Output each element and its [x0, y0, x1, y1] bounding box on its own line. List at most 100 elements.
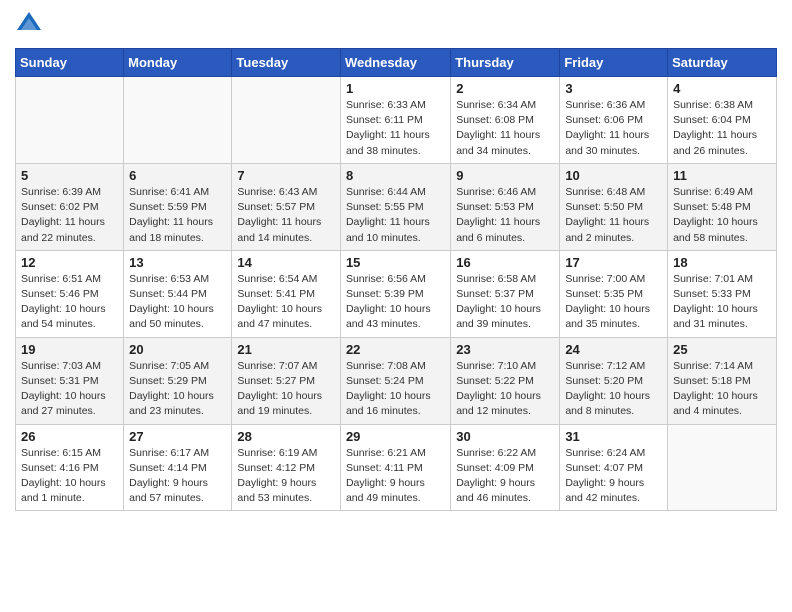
- day-info: Sunrise: 6:39 AM Sunset: 6:02 PM Dayligh…: [21, 185, 118, 246]
- calendar-cell: 9 Sunrise: 6:46 AM Sunset: 5:53 PM Daylig…: [451, 163, 560, 250]
- day-number: 12: [21, 255, 118, 270]
- calendar-cell: 12 Sunrise: 6:51 AM Sunset: 5:46 PM Dayli…: [16, 250, 124, 337]
- day-info: Sunrise: 7:00 AM Sunset: 5:35 PM Dayligh…: [565, 272, 662, 333]
- page-container: SundayMondayTuesdayWednesdayThursdayFrid…: [0, 0, 792, 521]
- day-info: Sunrise: 7:10 AM Sunset: 5:22 PM Dayligh…: [456, 359, 554, 420]
- day-header-saturday: Saturday: [668, 49, 777, 77]
- calendar-cell: 8 Sunrise: 6:44 AM Sunset: 5:55 PM Daylig…: [340, 163, 450, 250]
- day-number: 9: [456, 168, 554, 183]
- calendar-cell: 20 Sunrise: 7:05 AM Sunset: 5:29 PM Dayli…: [124, 337, 232, 424]
- day-info: Sunrise: 6:19 AM Sunset: 4:12 PM Dayligh…: [237, 446, 335, 507]
- calendar-cell: [124, 77, 232, 164]
- calendar-week-2: 5 Sunrise: 6:39 AM Sunset: 6:02 PM Daylig…: [16, 163, 777, 250]
- day-number: 11: [673, 168, 771, 183]
- day-info: Sunrise: 6:51 AM Sunset: 5:46 PM Dayligh…: [21, 272, 118, 333]
- header: [15, 10, 777, 38]
- day-number: 25: [673, 342, 771, 357]
- calendar-cell: 31 Sunrise: 6:24 AM Sunset: 4:07 PM Dayli…: [560, 424, 668, 511]
- calendar-cell: 2Sunrise: 6:34 AM Sunset: 6:08 PM Daylig…: [451, 77, 560, 164]
- day-number: 16: [456, 255, 554, 270]
- calendar-cell: 19 Sunrise: 7:03 AM Sunset: 5:31 PM Dayli…: [16, 337, 124, 424]
- day-number: 1: [346, 81, 445, 96]
- calendar-cell: 3 Sunrise: 6:36 AM Sunset: 6:06 PM Daylig…: [560, 77, 668, 164]
- calendar-cell: 15Sunrise: 6:56 AM Sunset: 5:39 PM Dayli…: [340, 250, 450, 337]
- calendar-cell: 25 Sunrise: 7:14 AM Sunset: 5:18 PM Dayli…: [668, 337, 777, 424]
- day-number: 31: [565, 429, 662, 444]
- calendar-cell: 28 Sunrise: 6:19 AM Sunset: 4:12 PM Dayli…: [232, 424, 341, 511]
- day-info: Sunrise: 6:58 AM Sunset: 5:37 PM Dayligh…: [456, 272, 554, 333]
- calendar-week-3: 12 Sunrise: 6:51 AM Sunset: 5:46 PM Dayli…: [16, 250, 777, 337]
- calendar: SundayMondayTuesdayWednesdayThursdayFrid…: [15, 48, 777, 511]
- calendar-cell: [16, 77, 124, 164]
- day-info: Sunrise: 7:14 AM Sunset: 5:18 PM Dayligh…: [673, 359, 771, 420]
- day-info: Sunrise: 7:03 AM Sunset: 5:31 PM Dayligh…: [21, 359, 118, 420]
- day-info: Sunrise: 6:38 AM Sunset: 6:04 PM Dayligh…: [673, 98, 771, 159]
- day-number: 29: [346, 429, 445, 444]
- day-header-wednesday: Wednesday: [340, 49, 450, 77]
- day-header-friday: Friday: [560, 49, 668, 77]
- day-number: 20: [129, 342, 226, 357]
- calendar-cell: [232, 77, 341, 164]
- calendar-cell: 14 Sunrise: 6:54 AM Sunset: 5:41 PM Dayli…: [232, 250, 341, 337]
- day-number: 6: [129, 168, 226, 183]
- calendar-cell: 10Sunrise: 6:48 AM Sunset: 5:50 PM Dayli…: [560, 163, 668, 250]
- calendar-cell: 6 Sunrise: 6:41 AM Sunset: 5:59 PM Daylig…: [124, 163, 232, 250]
- day-info: Sunrise: 6:41 AM Sunset: 5:59 PM Dayligh…: [129, 185, 226, 246]
- day-number: 15: [346, 255, 445, 270]
- calendar-cell: 30Sunrise: 6:22 AM Sunset: 4:09 PM Dayli…: [451, 424, 560, 511]
- day-info: Sunrise: 6:17 AM Sunset: 4:14 PM Dayligh…: [129, 446, 226, 507]
- day-info: Sunrise: 7:07 AM Sunset: 5:27 PM Dayligh…: [237, 359, 335, 420]
- calendar-cell: 27 Sunrise: 6:17 AM Sunset: 4:14 PM Dayli…: [124, 424, 232, 511]
- day-number: 28: [237, 429, 335, 444]
- day-info: Sunrise: 6:15 AM Sunset: 4:16 PM Dayligh…: [21, 446, 118, 507]
- day-number: 14: [237, 255, 335, 270]
- day-info: Sunrise: 6:43 AM Sunset: 5:57 PM Dayligh…: [237, 185, 335, 246]
- day-number: 17: [565, 255, 662, 270]
- day-number: 5: [21, 168, 118, 183]
- calendar-cell: [668, 424, 777, 511]
- calendar-week-5: 26 Sunrise: 6:15 AM Sunset: 4:16 PM Dayli…: [16, 424, 777, 511]
- day-info: Sunrise: 6:46 AM Sunset: 5:53 PM Dayligh…: [456, 185, 554, 246]
- day-info: Sunrise: 6:21 AM Sunset: 4:11 PM Dayligh…: [346, 446, 445, 507]
- calendar-week-1: 1 Sunrise: 6:33 AM Sunset: 6:11 PM Daylig…: [16, 77, 777, 164]
- day-info: Sunrise: 7:01 AM Sunset: 5:33 PM Dayligh…: [673, 272, 771, 333]
- day-info: Sunrise: 7:05 AM Sunset: 5:29 PM Dayligh…: [129, 359, 226, 420]
- day-number: 21: [237, 342, 335, 357]
- day-info: Sunrise: 6:36 AM Sunset: 6:06 PM Dayligh…: [565, 98, 662, 159]
- day-header-monday: Monday: [124, 49, 232, 77]
- day-header-tuesday: Tuesday: [232, 49, 341, 77]
- calendar-cell: 21 Sunrise: 7:07 AM Sunset: 5:27 PM Dayli…: [232, 337, 341, 424]
- day-number: 19: [21, 342, 118, 357]
- day-info: Sunrise: 6:22 AM Sunset: 4:09 PM Dayligh…: [456, 446, 554, 507]
- day-number: 27: [129, 429, 226, 444]
- day-info: Sunrise: 6:48 AM Sunset: 5:50 PM Dayligh…: [565, 185, 662, 246]
- day-header-thursday: Thursday: [451, 49, 560, 77]
- day-number: 13: [129, 255, 226, 270]
- calendar-cell: 16 Sunrise: 6:58 AM Sunset: 5:37 PM Dayli…: [451, 250, 560, 337]
- day-number: 7: [237, 168, 335, 183]
- calendar-week-4: 19 Sunrise: 7:03 AM Sunset: 5:31 PM Dayli…: [16, 337, 777, 424]
- day-info: Sunrise: 6:53 AM Sunset: 5:44 PM Dayligh…: [129, 272, 226, 333]
- calendar-cell: 23Sunrise: 7:10 AM Sunset: 5:22 PM Dayli…: [451, 337, 560, 424]
- day-number: 3: [565, 81, 662, 96]
- day-info: Sunrise: 6:54 AM Sunset: 5:41 PM Dayligh…: [237, 272, 335, 333]
- calendar-cell: 11Sunrise: 6:49 AM Sunset: 5:48 PM Dayli…: [668, 163, 777, 250]
- day-number: 26: [21, 429, 118, 444]
- day-info: Sunrise: 6:24 AM Sunset: 4:07 PM Dayligh…: [565, 446, 662, 507]
- calendar-cell: 13 Sunrise: 6:53 AM Sunset: 5:44 PM Dayli…: [124, 250, 232, 337]
- day-number: 8: [346, 168, 445, 183]
- day-info: Sunrise: 6:34 AM Sunset: 6:08 PM Dayligh…: [456, 98, 554, 159]
- day-info: Sunrise: 6:44 AM Sunset: 5:55 PM Dayligh…: [346, 185, 445, 246]
- calendar-cell: 24Sunrise: 7:12 AM Sunset: 5:20 PM Dayli…: [560, 337, 668, 424]
- calendar-cell: 1 Sunrise: 6:33 AM Sunset: 6:11 PM Daylig…: [340, 77, 450, 164]
- day-header-sunday: Sunday: [16, 49, 124, 77]
- day-info: Sunrise: 7:12 AM Sunset: 5:20 PM Dayligh…: [565, 359, 662, 420]
- calendar-cell: 17 Sunrise: 7:00 AM Sunset: 5:35 PM Dayli…: [560, 250, 668, 337]
- calendar-cell: 22 Sunrise: 7:08 AM Sunset: 5:24 PM Dayli…: [340, 337, 450, 424]
- day-info: Sunrise: 7:08 AM Sunset: 5:24 PM Dayligh…: [346, 359, 445, 420]
- logo-icon: [15, 10, 43, 38]
- calendar-cell: 5 Sunrise: 6:39 AM Sunset: 6:02 PM Daylig…: [16, 163, 124, 250]
- day-info: Sunrise: 6:33 AM Sunset: 6:11 PM Dayligh…: [346, 98, 445, 159]
- day-number: 4: [673, 81, 771, 96]
- day-number: 22: [346, 342, 445, 357]
